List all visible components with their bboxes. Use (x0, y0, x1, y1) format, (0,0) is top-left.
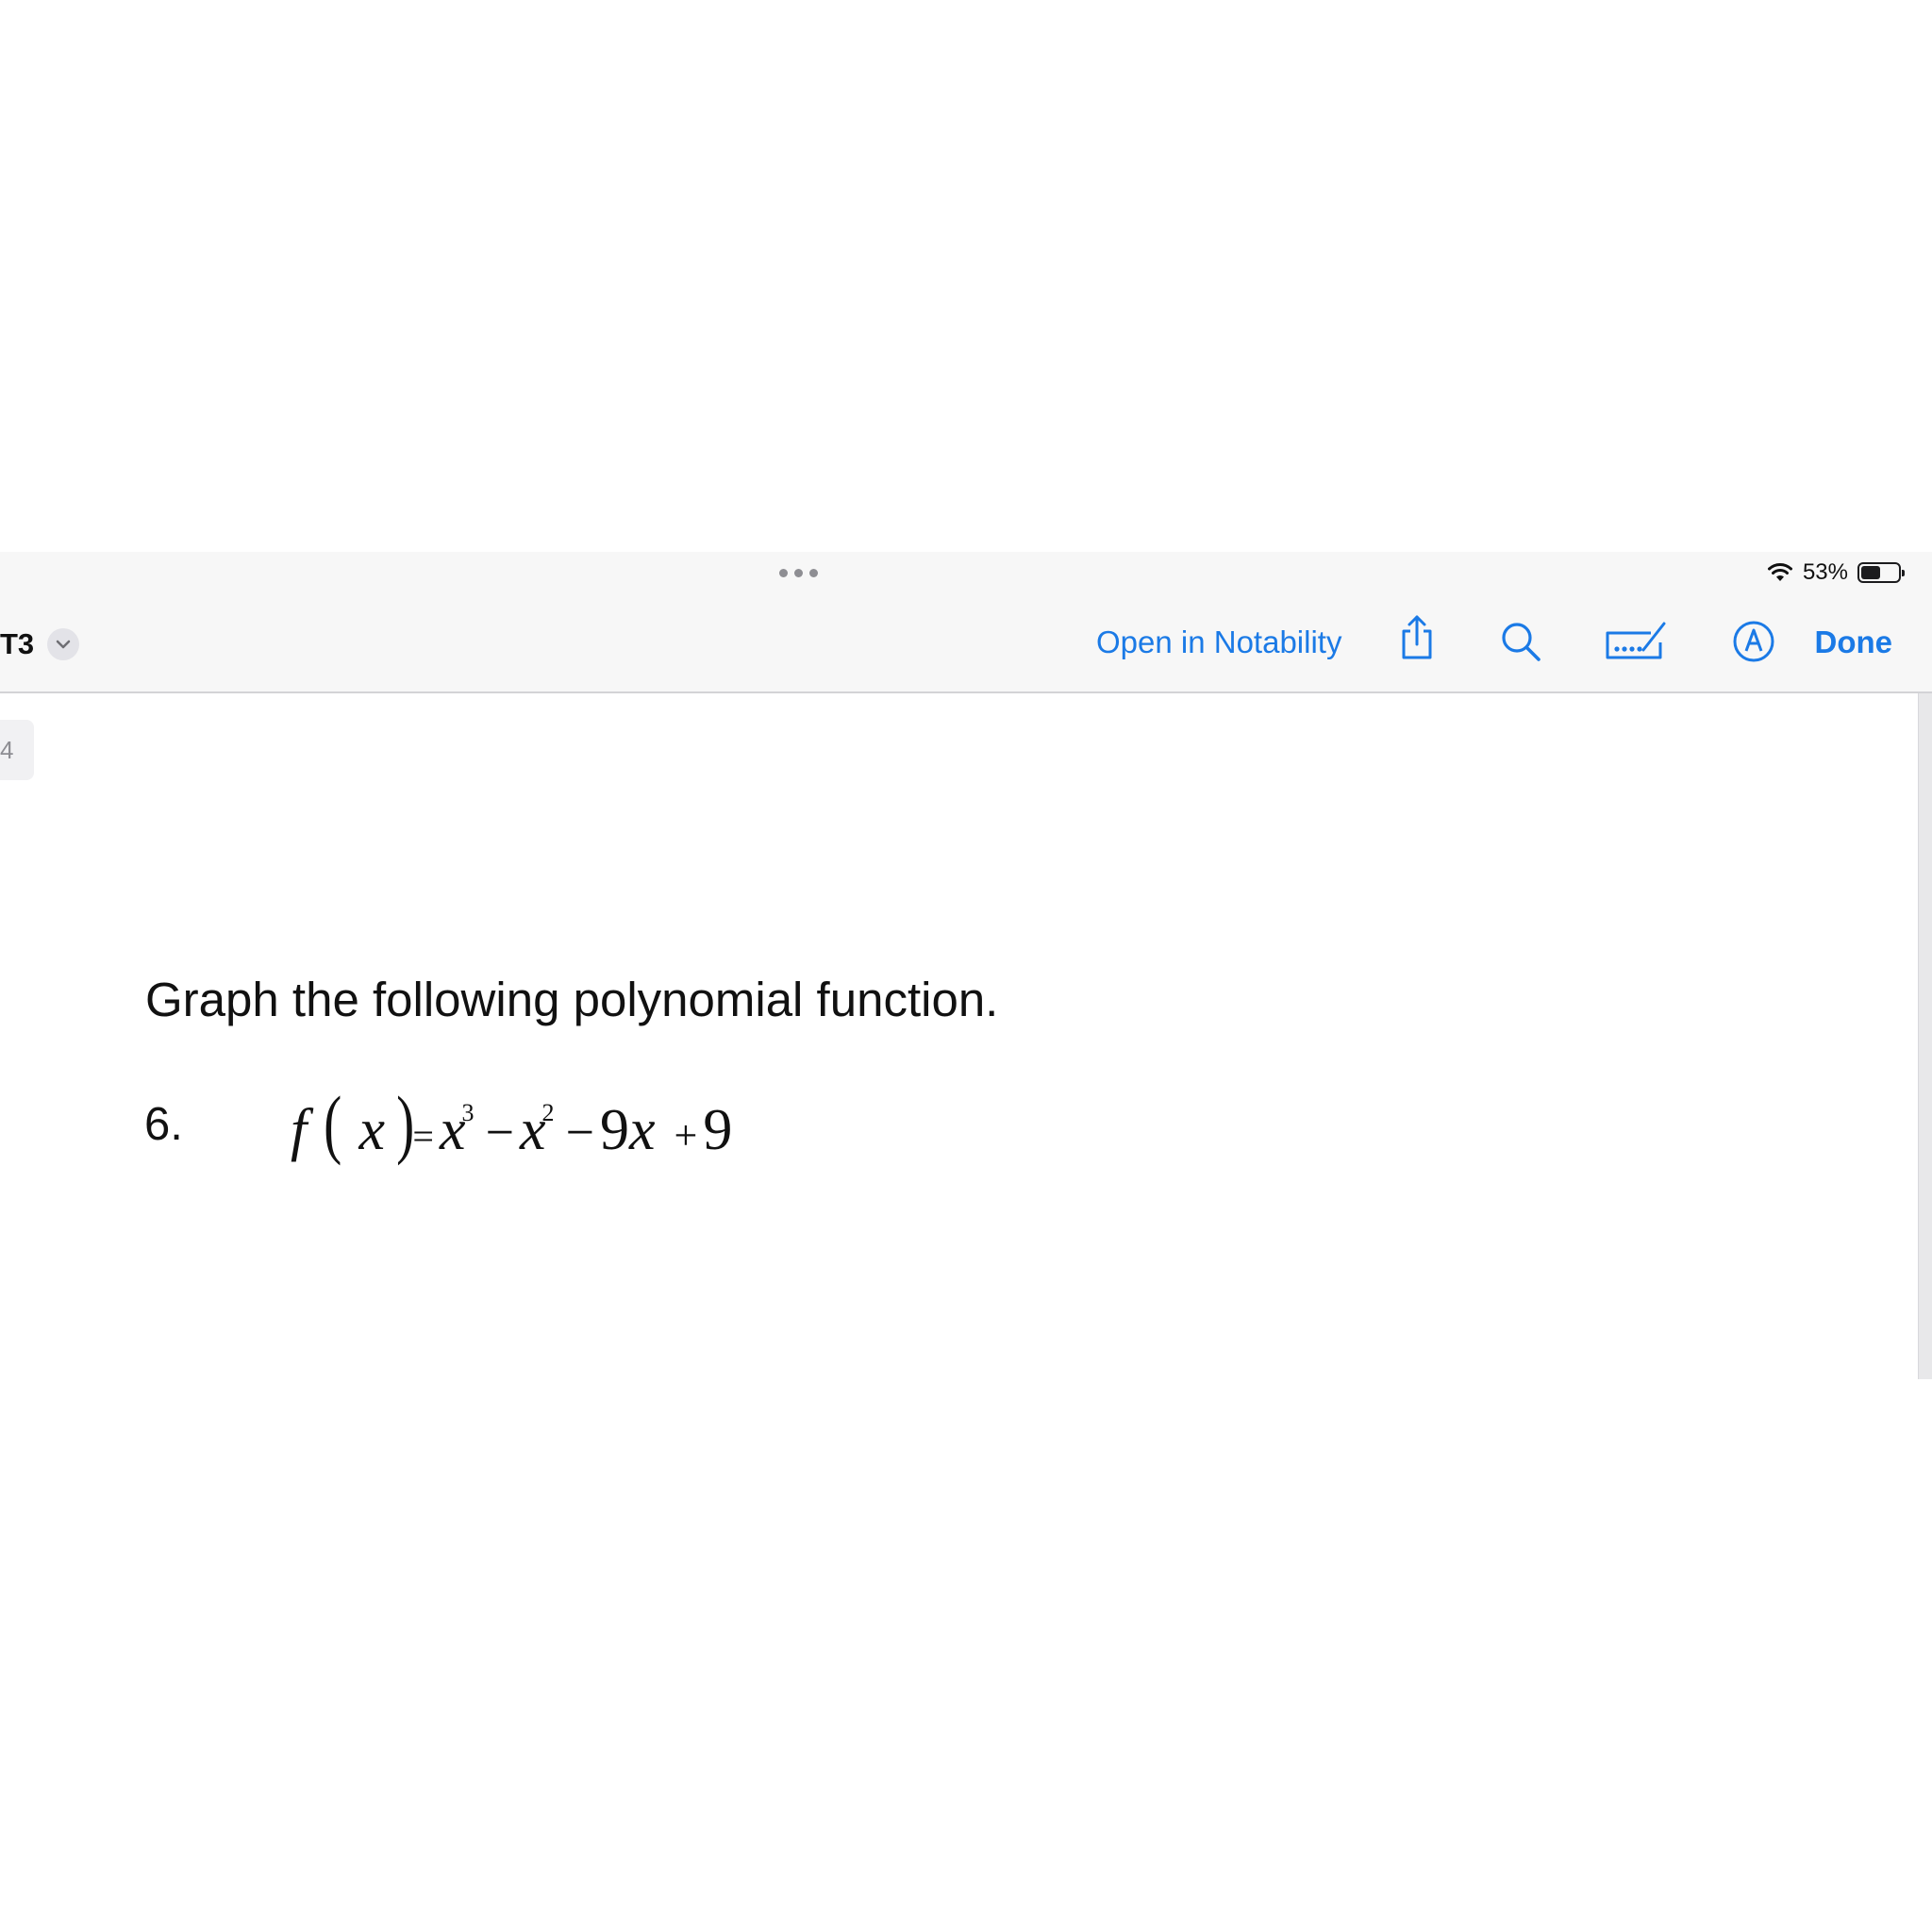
battery-icon (1857, 562, 1905, 583)
multitasking-handle[interactable] (779, 569, 818, 577)
equals-sign: = (412, 1115, 434, 1158)
function-variable: x (358, 1098, 386, 1162)
document-title: T3 (0, 627, 35, 660)
right-paren: ) (396, 1080, 415, 1166)
battery-level (1861, 566, 1881, 579)
page-thumbnail-label: 4 (0, 735, 14, 764)
term2-exponent: 2 (541, 1099, 555, 1126)
term3-coefficient: 9 (599, 1098, 629, 1162)
minus-sign-1: − (485, 1104, 514, 1160)
markup-pen-icon[interactable] (1732, 620, 1775, 668)
document-title-menu[interactable]: T3 (0, 627, 80, 661)
term3-variable: x (628, 1098, 656, 1162)
problem-number: 6. (144, 1099, 183, 1150)
share-icon[interactable] (1396, 614, 1438, 666)
polynomial-equation: f ( x ) = x 3 − x 2 − 9 x + 9 (291, 1079, 732, 1168)
wifi-icon (1767, 563, 1792, 581)
function-name: f (291, 1098, 308, 1162)
instruction-text: Graph the following polynomial function. (145, 973, 999, 1026)
toolbar: 53% T3 Open in Notability Done (0, 552, 1932, 693)
app-window: 53% T3 Open in Notability Done 4 Graph t… (0, 0, 1932, 1932)
scrollbar[interactable] (1918, 693, 1932, 1379)
form-fill-icon[interactable] (1606, 620, 1668, 666)
status-bar: 53% (1767, 559, 1905, 586)
constant-term: 9 (703, 1098, 733, 1162)
plus-sign: + (674, 1112, 698, 1158)
term1-exponent: 3 (461, 1099, 475, 1126)
open-in-notability-button[interactable]: Open in Notability (1096, 625, 1341, 660)
minus-sign-2: − (565, 1104, 594, 1160)
page-thumbnail[interactable]: 4 (0, 720, 34, 780)
battery-percent: 53% (1802, 559, 1848, 585)
chevron-down-icon[interactable] (47, 628, 80, 660)
search-icon[interactable] (1500, 621, 1541, 667)
done-button[interactable]: Done (1815, 625, 1893, 660)
left-paren: ( (324, 1080, 342, 1166)
